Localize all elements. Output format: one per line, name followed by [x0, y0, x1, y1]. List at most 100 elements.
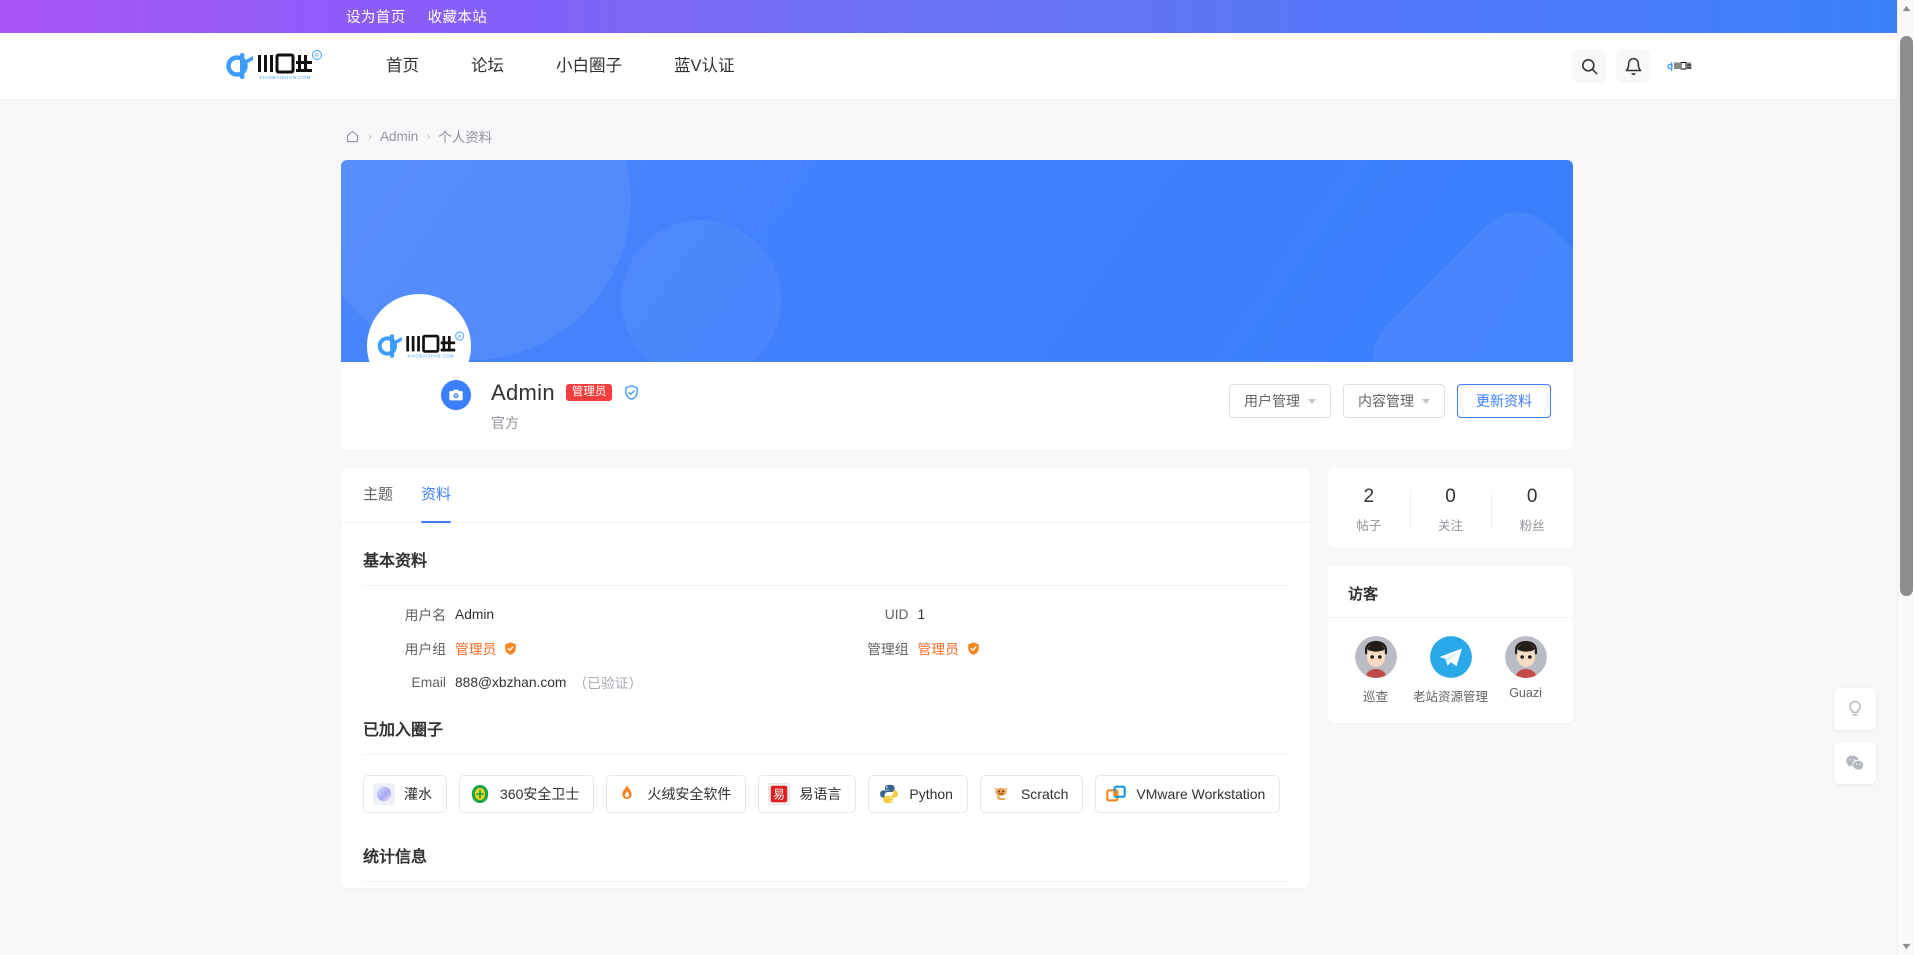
wechat-button[interactable] — [1834, 742, 1876, 784]
statistics-section: 统计信息 — [341, 819, 1310, 882]
visitor-item-guazi[interactable]: Guazi — [1492, 635, 1559, 705]
header-actions — [1572, 49, 1694, 83]
visitor-name-laozhan: 老站资源管理 — [1413, 689, 1489, 704]
chevron-down-icon-scroll — [1902, 943, 1911, 950]
visitor-name-guazi: Guazi — [1509, 685, 1542, 700]
visitor-avatar-guazi — [1504, 635, 1547, 678]
scrollbar-thumb[interactable] — [1900, 36, 1913, 596]
profile-card: XIAOBAIZHAN.COM R Admin 管理员 官方 用户管理 内容管理… — [341, 160, 1573, 450]
lightbulb-icon — [1849, 700, 1861, 716]
info-value-uid: 1 — [917, 606, 926, 622]
breadcrumb-item-admin[interactable]: Admin — [380, 129, 418, 144]
info-row-admingroup: 管理组 管理员 — [826, 638, 1289, 658]
circle-label-360: 360安全卫士 — [500, 786, 580, 802]
scroll-down-arrow[interactable] — [1898, 938, 1914, 955]
circle-chip-python[interactable]: Python — [868, 775, 968, 813]
scroll-up-arrow[interactable] — [1898, 0, 1914, 17]
breadcrumb-separator: › — [368, 129, 372, 143]
svg-text:R: R — [458, 334, 462, 340]
circles-title: 已加入圈子 — [363, 692, 1288, 755]
stat-posts-label: 帖子 — [1356, 518, 1382, 533]
main-nav: 首页 论坛 小白圈子 蓝V认证 — [372, 33, 761, 100]
circle-label-vmware: VMware Workstation — [1136, 786, 1266, 802]
gradient-blob-icon — [373, 783, 395, 805]
breadcrumb-item-profile: 个人资料 — [438, 130, 493, 145]
chevron-up-icon — [1902, 5, 1911, 12]
circle-chip-scratch[interactable]: Scratch — [979, 775, 1084, 813]
email-text: 888@xbzhan.com — [455, 674, 567, 690]
svg-text:易: 易 — [773, 788, 785, 802]
python-icon — [880, 784, 899, 804]
banner-shape-hexagon — [1355, 194, 1573, 362]
tab-threads[interactable]: 主题 — [363, 468, 393, 522]
feedback-button[interactable] — [1834, 688, 1876, 730]
circle-chip-epl[interactable]: 易 易语言 — [758, 775, 857, 813]
info-label-usergroup: 用户组 — [404, 642, 446, 657]
update-profile-button[interactable]: 更新资料 — [1457, 384, 1551, 418]
home-icon[interactable] — [345, 129, 360, 144]
stat-following[interactable]: 0 关注 — [1409, 484, 1492, 534]
telegram-icon — [1429, 635, 1472, 678]
shield-check-icon — [625, 385, 639, 400]
user-avatar-button[interactable] — [1666, 52, 1694, 80]
admingroup-text: 管理员 — [917, 642, 959, 657]
vmware-icon — [1106, 785, 1127, 802]
side-column: 2 帖子 0 关注 0 粉丝 访客 巡查 老站资源管理 Guazi — [1328, 468, 1573, 888]
visitor-item-xuncha[interactable]: 巡查 — [1342, 635, 1409, 705]
circle-chip-guanshui[interactable]: 灌水 — [363, 775, 447, 813]
notifications-button[interactable] — [1616, 49, 1650, 83]
profile-action-buttons: 用户管理 内容管理 更新资料 — [1229, 384, 1551, 418]
circle-label-epl: 易语言 — [799, 786, 842, 802]
nav-item-forum[interactable]: 论坛 — [445, 33, 530, 100]
page-viewport: 设为首页 收藏本站 XIAOBAIZHAN.COM R 首页 论坛 小白圈子 蓝… — [0, 0, 1914, 955]
visitors-card: 访客 巡查 老站资源管理 Guazi — [1328, 565, 1573, 723]
email-verified-note: （已验证） — [573, 676, 643, 691]
svg-text:XIAOBAIZHAN.COM: XIAOBAIZHAN.COM — [407, 354, 454, 359]
circle-label-scratch: Scratch — [1020, 786, 1069, 802]
page-content: › Admin › 个人资料 XIAOBAIZHAN.COM R Admin 管… — [341, 100, 1573, 928]
circle-label-python: Python — [909, 786, 953, 802]
nav-item-bluev[interactable]: 蓝V认证 — [648, 33, 761, 100]
nav-item-home[interactable]: 首页 — [372, 33, 445, 100]
stat-followers[interactable]: 0 粉丝 — [1491, 484, 1573, 534]
user-management-button[interactable]: 用户管理 — [1229, 384, 1331, 418]
visitor-avatar-xuncha — [1354, 635, 1397, 678]
info-label-username: 用户名 — [404, 608, 446, 623]
content-management-button[interactable]: 内容管理 — [1343, 384, 1445, 418]
shield-badge-icon-2 — [968, 641, 979, 655]
stat-following-label: 关注 — [1438, 518, 1464, 533]
stat-following-value: 0 — [1445, 486, 1456, 507]
search-button[interactable] — [1572, 49, 1606, 83]
info-row-usergroup: 用户组 管理员 — [363, 638, 826, 658]
visitor-item-laozhan[interactable]: 老站资源管理 — [1413, 635, 1489, 705]
change-avatar-button[interactable] — [441, 380, 471, 410]
bookmark-site-link[interactable]: 收藏本站 — [428, 6, 488, 27]
circle-label-huorong: 火绒安全软件 — [647, 786, 732, 802]
avatar — [1667, 61, 1692, 71]
content-columns: 主题 资料 基本资料 用户名 Admin UID 1 用户组 管理员 管理组 管… — [341, 468, 1573, 928]
visitors-title: 访客 — [1328, 566, 1573, 618]
info-row-uid: UID 1 — [826, 604, 1289, 624]
stat-posts-value: 2 — [1363, 486, 1375, 507]
circle-chip-360[interactable]: 360安全卫士 — [459, 775, 595, 813]
info-label-email: Email — [411, 674, 447, 690]
circle-chip-vmware[interactable]: VMware Workstation — [1095, 775, 1281, 813]
site-logo[interactable]: XIAOBAIZHAN.COM R — [220, 49, 324, 83]
circles-list: 灌水 360安全卫士 火绒安全软件 易 易语言 Python Scratch V… — [363, 755, 1288, 819]
profile-subtitle: 官方 — [491, 414, 519, 431]
circles-section: 已加入圈子 灌水 360安全卫士 火绒安全软件 易 易语言 Python Scr… — [341, 692, 1310, 819]
chevron-down-icon — [1308, 398, 1316, 404]
nav-item-circles[interactable]: 小白圈子 — [530, 33, 648, 100]
page-scrollbar[interactable] — [1897, 0, 1914, 955]
person-avatar — [1354, 635, 1397, 678]
floating-rail — [1834, 688, 1876, 784]
stats-card: 2 帖子 0 关注 0 粉丝 — [1328, 468, 1573, 548]
breadcrumb: › Admin › 个人资料 — [341, 118, 1573, 160]
bell-icon — [1625, 57, 1641, 75]
circle-chip-huorong[interactable]: 火绒安全软件 — [606, 775, 747, 813]
stat-posts[interactable]: 2 帖子 — [1328, 484, 1410, 534]
info-row-email: Email 888@xbzhan.com （已验证） — [363, 672, 826, 692]
set-homepage-link[interactable]: 设为首页 — [346, 6, 406, 27]
circle-label-guanshui: 灌水 — [404, 786, 432, 802]
tab-profile[interactable]: 资料 — [421, 468, 452, 523]
